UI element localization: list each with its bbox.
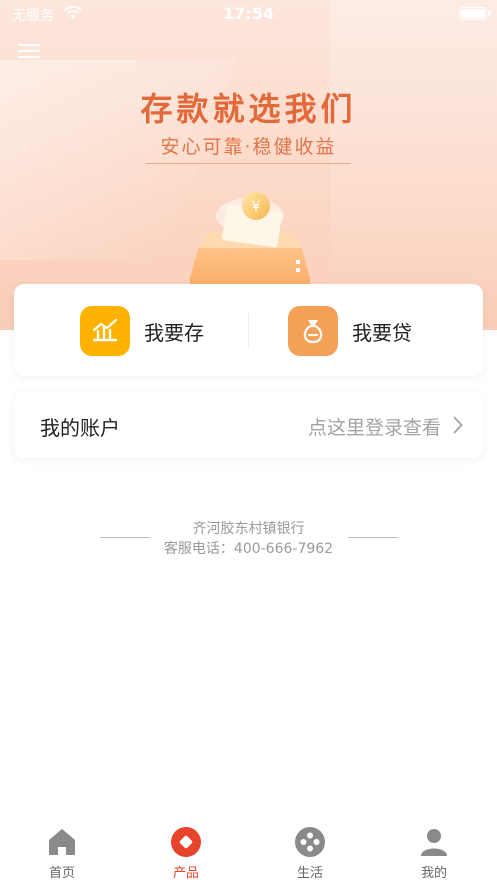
status-time: 17:54 [223, 4, 274, 23]
chart-icon [80, 306, 130, 356]
tab-products[interactable]: 产品 [146, 826, 226, 881]
deposit-button[interactable]: 我要存 [80, 306, 204, 356]
bank-name: 齐河胶东村镇银行 [192, 521, 305, 537]
quick-action-card: 我要存 我要贷 [14, 284, 483, 376]
tab-life-label: 生活 [296, 866, 323, 881]
tab-home-label: 首页 [48, 866, 75, 881]
battery-icon [459, 7, 491, 20]
svg-text:¥: ¥ [252, 199, 261, 215]
profile-icon [421, 829, 447, 856]
account-title: 我的账户 [40, 416, 120, 440]
tab-mine[interactable]: 我的 [394, 826, 474, 881]
divider [248, 314, 249, 348]
status-bar: 无服务 17:54 [0, 0, 497, 28]
chevron-right-icon [453, 416, 463, 434]
deposit-label: 我要存 [144, 320, 204, 345]
tab-life[interactable]: 生活 [270, 826, 350, 881]
life-icon [295, 827, 325, 857]
money-bag-icon [288, 306, 338, 356]
login-hint-link[interactable]: 点这里登录查看 [308, 413, 441, 440]
tab-bar: 首页 产品 生活 我的 [0, 818, 497, 883]
menu-icon[interactable] [18, 40, 42, 64]
products-icon [171, 827, 201, 857]
home-icon [49, 829, 75, 855]
hero-banner: 无服务 17:54 存款就选我们 安心可靠·稳健收益 ¥ [0, 0, 497, 330]
hero-subtitle: 安心可靠·稳健收益 [146, 132, 351, 164]
tab-mine-label: 我的 [420, 866, 447, 881]
tab-home[interactable]: 首页 [22, 826, 102, 881]
service-phone: 客服电话：400-666-7962 [163, 541, 334, 557]
loan-button[interactable]: 我要贷 [288, 306, 412, 356]
tab-products-label: 产品 [172, 866, 199, 881]
loan-label: 我要贷 [352, 320, 412, 345]
hero-title: 存款就选我们 [140, 90, 357, 128]
divider-right [348, 537, 398, 538]
my-account-row[interactable]: 我的账户 点这里登录查看 [14, 392, 483, 458]
